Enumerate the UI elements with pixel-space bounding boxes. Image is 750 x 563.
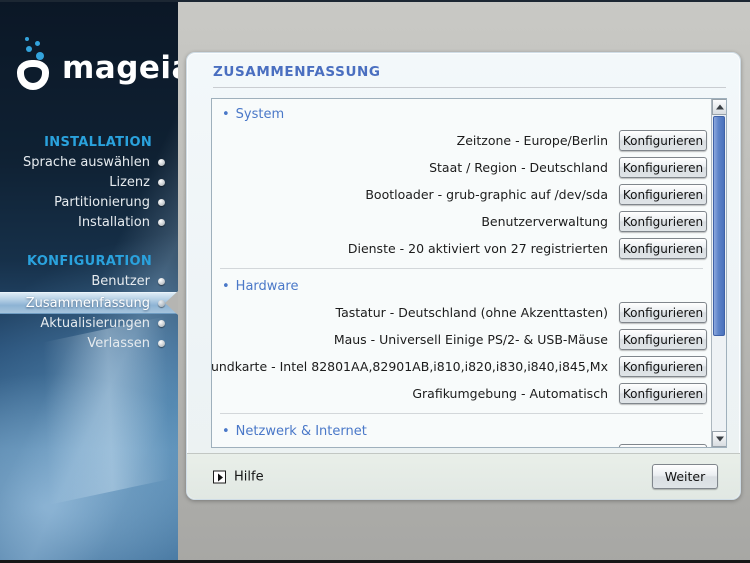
summary-row-maus: Maus - Universell Einige PS/2- & USB-Mäu… xyxy=(212,326,711,353)
scrollbar-thumb[interactable] xyxy=(713,116,725,336)
help-button[interactable]: Hilfe xyxy=(213,469,264,484)
section-divider xyxy=(220,268,703,269)
step-bullet-icon xyxy=(158,219,165,226)
summary-row-zeitzone: Zeitzone - Europe/Berlin Konfigurieren xyxy=(212,127,711,154)
list-scrollbar[interactable] xyxy=(711,99,726,447)
step-bullet-icon xyxy=(158,320,165,327)
step-bullet-icon xyxy=(158,278,165,285)
mageia-cauldron-icon xyxy=(12,40,56,92)
section-bullet-icon: • xyxy=(222,107,230,122)
next-button[interactable]: Weiter xyxy=(652,464,718,489)
step-bullet-icon xyxy=(158,340,165,347)
configure-button[interactable]: Konfigurieren xyxy=(619,444,707,447)
step-bullet-icon xyxy=(158,159,165,166)
help-label: Hilfe xyxy=(234,469,264,484)
configure-button[interactable]: Konfigurieren xyxy=(619,302,707,323)
section-divider xyxy=(220,413,703,414)
step-partitionierung[interactable]: Partitionierung xyxy=(0,193,178,213)
bubble-icon xyxy=(36,52,44,60)
step-aktualisierungen[interactable]: Aktualisierungen xyxy=(0,314,178,334)
summary-row-soundkarte: Soundkarte - Intel 82801AA,82901AB,i810,… xyxy=(212,353,711,380)
summary-row-bootloader: Bootloader - grub-graphic auf /dev/sda K… xyxy=(212,181,711,208)
step-lizenz[interactable]: Lizenz xyxy=(0,173,178,193)
step-label: Verlassen xyxy=(87,336,150,351)
cauldron-ring xyxy=(17,60,49,90)
mageia-logo: mageia xyxy=(12,40,178,92)
step-label: Installation xyxy=(78,215,150,230)
bubble-icon xyxy=(35,41,40,46)
steps-header-konfiguration: KONFIGURATION xyxy=(0,252,178,272)
window-top-edge xyxy=(0,0,750,2)
summary-row-benutzerverwaltung: Benutzerverwaltung Konfigurieren xyxy=(212,208,711,235)
bubble-icon xyxy=(26,46,32,52)
summary-row-dienste: Dienste - 20 aktiviert von 27 registrier… xyxy=(212,235,711,262)
step-zusammenfassung-active[interactable]: Zusammenfassung xyxy=(0,292,178,314)
arrow-up-icon xyxy=(716,105,724,110)
configure-button[interactable]: Konfigurieren xyxy=(619,130,707,151)
summary-row-tastatur: Tastatur - Deutschland (ohne Akzenttaste… xyxy=(212,299,711,326)
summary-panel: ZUSAMMENFASSUNG •System Zeitzone - Europ… xyxy=(186,52,741,500)
footer-bar: Hilfe Weiter xyxy=(187,453,740,499)
menu-section-gap xyxy=(0,233,178,252)
configure-button[interactable]: Konfigurieren xyxy=(619,211,707,232)
section-header-system: •System xyxy=(212,103,711,127)
configure-button[interactable]: Konfigurieren xyxy=(619,238,707,259)
step-sprache-auswaehlen[interactable]: Sprache auswählen xyxy=(0,153,178,173)
summary-row-grafikumgebung: Grafikumgebung - Automatisch Konfigurier… xyxy=(212,380,711,407)
configure-button[interactable]: Konfigurieren xyxy=(619,329,707,350)
summary-listbox: •System Zeitzone - Europe/Berlin Konfigu… xyxy=(211,98,727,448)
step-label: Partitionierung xyxy=(54,195,150,210)
step-bullet-icon xyxy=(158,179,165,186)
main-area: ZUSAMMENFASSUNG •System Zeitzone - Europ… xyxy=(178,0,750,563)
step-label: Benutzer xyxy=(91,274,150,289)
step-label: Lizenz xyxy=(109,175,150,190)
step-bullet-icon xyxy=(158,199,165,206)
active-step-arrow-icon xyxy=(165,291,178,315)
summary-row-clipped: Konfigurieren xyxy=(212,444,711,447)
section-bullet-icon: • xyxy=(222,424,230,439)
help-arrow-icon xyxy=(213,470,226,483)
step-benutzer[interactable]: Benutzer xyxy=(0,272,178,292)
scroll-up-button[interactable] xyxy=(712,99,727,115)
scroll-down-button[interactable] xyxy=(712,431,727,447)
arrow-down-icon xyxy=(716,437,724,442)
section-header-hardware: •Hardware xyxy=(212,275,711,299)
section-header-netzwerk: •Netzwerk & Internet xyxy=(212,420,711,444)
step-label: Sprache auswählen xyxy=(23,155,150,170)
configure-button[interactable]: Konfigurieren xyxy=(619,157,707,178)
section-bullet-icon: • xyxy=(222,279,230,294)
bubble-icon xyxy=(25,37,29,41)
logo-wordmark: mageia xyxy=(62,53,178,84)
configure-button[interactable]: Konfigurieren xyxy=(619,356,707,377)
title-divider xyxy=(213,87,726,88)
page-title: ZUSAMMENFASSUNG xyxy=(213,64,381,80)
steps-header-installation: INSTALLATION xyxy=(0,133,178,153)
step-bullet-icon xyxy=(158,300,165,307)
step-label: Aktualisierungen xyxy=(40,316,150,331)
step-verlassen[interactable]: Verlassen xyxy=(0,334,178,354)
configure-button[interactable]: Konfigurieren xyxy=(619,383,707,404)
step-label: Zusammenfassung xyxy=(26,296,150,311)
summary-row-staat: Staat / Region - Deutschland Konfigurier… xyxy=(212,154,711,181)
installer-steps: INSTALLATION Sprache auswählen Lizenz Pa… xyxy=(0,133,178,354)
configure-button[interactable]: Konfigurieren xyxy=(619,184,707,205)
step-installation[interactable]: Installation xyxy=(0,213,178,233)
installer-sidebar: mageia INSTALLATION Sprache auswählen Li… xyxy=(0,0,178,563)
summary-list: •System Zeitzone - Europe/Berlin Konfigu… xyxy=(212,99,711,447)
